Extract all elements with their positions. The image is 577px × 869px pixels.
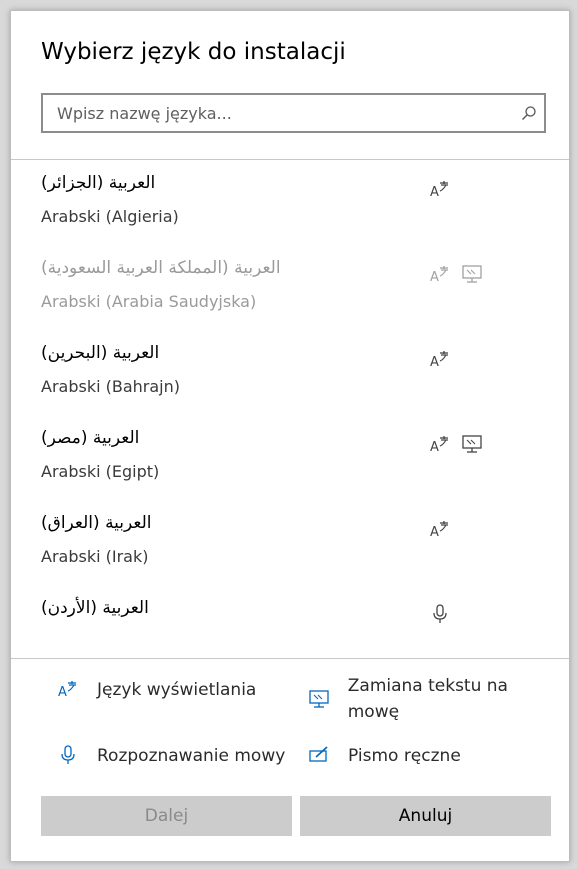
legend-tts-label: Zamiana tekstu na mowę bbox=[347, 676, 508, 722]
svg-text:A: A bbox=[430, 185, 439, 199]
legend-speech: Rozpoznawanie mowy bbox=[55, 743, 285, 769]
svg-text:A: A bbox=[58, 685, 67, 699]
language-feature-icons: A bbox=[429, 519, 451, 539]
language-feature-icons: A bbox=[429, 264, 483, 284]
language-polish-name: Arabski (Irak) bbox=[41, 547, 149, 566]
language-feature-icons: A bbox=[429, 349, 451, 369]
display-language-icon: A bbox=[429, 519, 451, 539]
search-input[interactable] bbox=[43, 95, 514, 131]
legend-display: A Język wyświetlania bbox=[55, 677, 256, 703]
svg-text:A: A bbox=[430, 440, 439, 454]
display-language-icon: A bbox=[429, 179, 451, 199]
list-item[interactable]: العربية (الأردن) bbox=[11, 598, 569, 658]
list-item[interactable]: العربية (مصر) Arabski (Egipt) A bbox=[11, 428, 569, 513]
list-item: العربية (المملكة العربية السعودية) Arabsk… bbox=[11, 258, 569, 343]
language-feature-icons: A bbox=[429, 179, 451, 199]
list-item[interactable]: English (United Kingdom)Angielski (Zjedn… bbox=[11, 160, 569, 173]
handwriting-icon bbox=[306, 743, 332, 767]
svg-text:A: A bbox=[430, 270, 439, 284]
display-language-icon: A bbox=[429, 434, 451, 454]
language-native-name: العربية (مصر) bbox=[41, 428, 140, 448]
cancel-button[interactable]: Anuluj bbox=[300, 796, 551, 836]
language-feature-icons: A bbox=[429, 434, 483, 454]
microphone-icon bbox=[429, 604, 451, 624]
legend-speech-label: Rozpoznawanie mowy bbox=[97, 746, 286, 766]
language-native-name: العربية (الأردن) bbox=[41, 598, 149, 618]
language-feature-icons bbox=[429, 604, 451, 624]
text-to-speech-icon bbox=[306, 687, 332, 711]
language-polish-name: Arabski (Arabia Saudyjska) bbox=[41, 292, 257, 311]
language-list-inner: English (United Kingdom)Angielski (Zjedn… bbox=[11, 160, 569, 658]
text-to-speech-icon bbox=[461, 434, 483, 454]
display-language-icon: A bbox=[55, 677, 81, 701]
legend-tts: Zamiana tekstu na mowę bbox=[306, 673, 526, 725]
list-item[interactable]: العربية (الجزائر) Arabski (Algieria) A bbox=[11, 173, 569, 258]
microphone-icon bbox=[55, 743, 81, 767]
legend-handwriting: Pismo ręczne bbox=[306, 743, 461, 769]
svg-text:A: A bbox=[430, 525, 439, 539]
language-native-name: العربية (المملكة العربية السعودية) bbox=[41, 258, 281, 278]
language-polish-name: Arabski (Algieria) bbox=[41, 207, 179, 226]
dialog-title: Wybierz język do instalacji bbox=[41, 39, 346, 65]
legend-display-label: Język wyświetlania bbox=[97, 680, 257, 700]
language-list[interactable]: English (United Kingdom)Angielski (Zjedn… bbox=[11, 159, 569, 659]
language-native-name: العربية (العراق) bbox=[41, 513, 152, 533]
language-polish-name: Arabski (Egipt) bbox=[41, 462, 160, 481]
list-item[interactable]: العربية (البحرين) Arabski (Bahrajn) A bbox=[11, 343, 569, 428]
language-native-name: العربية (البحرين) bbox=[41, 343, 160, 363]
text-to-speech-icon bbox=[461, 264, 483, 284]
search-box[interactable] bbox=[41, 93, 546, 133]
display-language-icon: A bbox=[429, 349, 451, 369]
list-item[interactable]: العربية (العراق) Arabski (Irak) A bbox=[11, 513, 569, 598]
language-native-name: العربية (الجزائر) bbox=[41, 173, 156, 193]
svg-text:A: A bbox=[430, 355, 439, 369]
next-button[interactable]: Dalej bbox=[41, 796, 292, 836]
language-polish-name: Arabski (Bahrajn) bbox=[41, 377, 180, 396]
search-icon[interactable] bbox=[514, 105, 544, 121]
legend-handwriting-label: Pismo ręczne bbox=[348, 746, 461, 766]
display-language-icon: A bbox=[429, 264, 451, 284]
language-install-dialog: Wybierz język do instalacji English (Uni… bbox=[10, 10, 570, 862]
